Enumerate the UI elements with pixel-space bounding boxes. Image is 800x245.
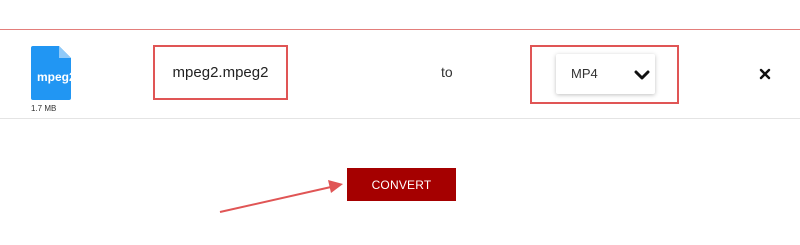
remove-file-button[interactable]: [756, 65, 774, 83]
file-extension-label: mpeg2: [37, 70, 71, 84]
target-format-dropdown[interactable]: MP4: [556, 54, 655, 94]
filename-highlight: mpeg2.mpeg2: [153, 45, 288, 100]
target-format-value: MP4: [571, 66, 598, 81]
converter-page: mpeg2 1.7 MB mpeg2.mpeg2 to MP4 CONVERT: [0, 0, 800, 245]
file-name: mpeg2.mpeg2: [172, 64, 269, 81]
file-icon: mpeg2: [31, 46, 71, 100]
close-icon: [759, 68, 771, 80]
chevron-down-icon: [634, 68, 650, 80]
to-label: to: [441, 64, 453, 80]
file-size: 1.7 MB: [31, 104, 57, 113]
file-row: mpeg2 1.7 MB mpeg2.mpeg2 to MP4: [0, 30, 800, 119]
convert-button[interactable]: CONVERT: [347, 168, 456, 201]
